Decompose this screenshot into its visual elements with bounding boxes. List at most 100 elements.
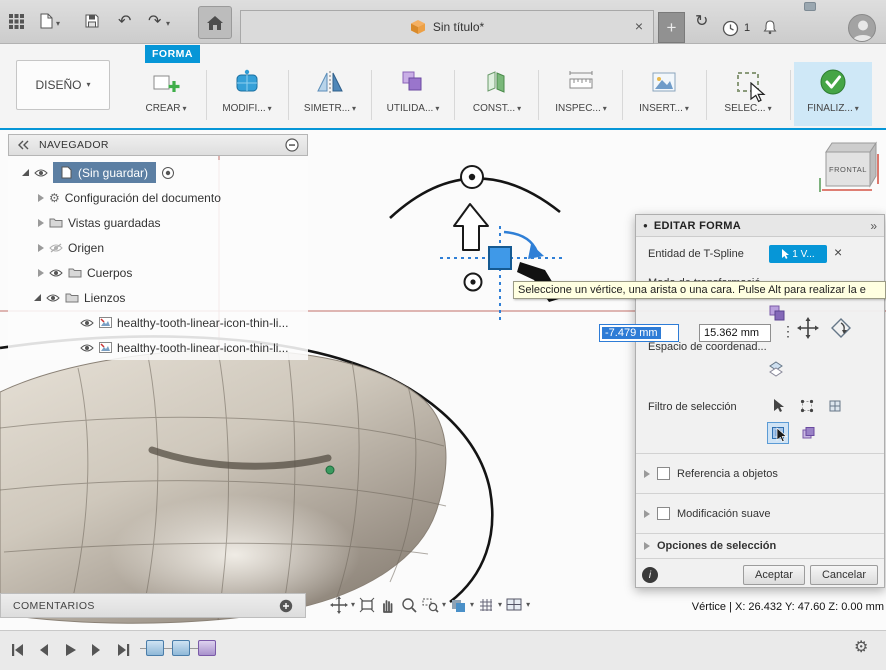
minimize-panel-icon[interactable] [285, 138, 299, 152]
clear-selection-icon[interactable]: × [834, 244, 842, 260]
play-icon[interactable] [60, 641, 80, 659]
expanded-arrow-icon[interactable] [22, 169, 29, 176]
zoom-icon[interactable] [400, 596, 418, 614]
browser-panel-header[interactable]: NAVEGADOR [8, 134, 308, 156]
step-back-icon[interactable] [34, 641, 54, 659]
collapsed-arrow-icon[interactable] [38, 219, 44, 227]
viewports-icon[interactable] [505, 596, 523, 614]
section-collapsed-arrow-icon[interactable] [644, 542, 650, 550]
expanded-arrow-icon[interactable] [34, 294, 41, 301]
ribbon-group-symmetry[interactable]: SIMETR...▾ [291, 64, 369, 114]
clock-icon[interactable] [722, 20, 739, 37]
grid-settings-icon[interactable] [477, 596, 495, 614]
comments-bar[interactable]: COMENTARIOS [0, 593, 306, 618]
manipulator-input-y[interactable]: 15.362 mm [699, 324, 771, 342]
tab-forma[interactable]: FORMA [145, 45, 200, 63]
display-settings-icon[interactable] [449, 596, 467, 614]
display-settings-caret-icon[interactable]: ▾ [470, 601, 474, 609]
zoom-window-icon[interactable] [421, 596, 439, 614]
collapsed-arrow-icon[interactable] [38, 269, 44, 277]
accept-button[interactable]: Aceptar [743, 565, 805, 585]
timeline-settings-gear-icon[interactable]: ⚙ [854, 640, 868, 656]
orientation-manipulator-icon[interactable] [830, 317, 852, 344]
undo-icon[interactable]: ↶ [118, 11, 131, 31]
visibility-eye-icon[interactable] [80, 343, 94, 353]
document-tab[interactable]: Sin título* × [240, 10, 654, 44]
move-manipulator-icon[interactable] [797, 317, 819, 344]
ribbon-group-create[interactable]: CREAR▾ [127, 64, 205, 114]
transform-mode-icon[interactable] [767, 303, 787, 323]
job-status-icon[interactable]: ↻ [695, 11, 708, 31]
tab-close-icon[interactable]: × [635, 18, 643, 34]
ribbon-group-inspect[interactable]: INSPEC...▾ [542, 64, 620, 114]
home-view-button[interactable] [198, 6, 232, 39]
orbit-caret-icon[interactable]: ▾ [351, 601, 355, 609]
tree-row-document-settings[interactable]: ⚙ Configuración del documento [8, 185, 308, 210]
new-tab-button[interactable]: + [658, 12, 685, 43]
section-collapsed-arrow-icon[interactable] [644, 470, 650, 478]
visibility-eye-icon[interactable] [80, 318, 94, 328]
timeline-feature-canvas-2[interactable] [172, 640, 190, 656]
file-menu-icon[interactable] [40, 13, 53, 29]
tree-row-canvases[interactable]: Lienzos [8, 285, 308, 310]
snap-to-objects-section[interactable]: Referencia a objetos [636, 453, 884, 493]
window-share-icon[interactable] [804, 2, 816, 11]
go-to-start-icon[interactable] [8, 641, 28, 659]
tree-row-bodies[interactable]: Cuerpos [8, 260, 308, 285]
input-options-kebab-icon[interactable]: ⋮ [781, 323, 795, 340]
collapsed-arrow-icon[interactable] [38, 194, 44, 202]
workspace-selector-button[interactable]: DISEÑO ▾ [16, 60, 110, 110]
active-component-radio-icon[interactable] [161, 166, 175, 180]
info-icon[interactable]: i [642, 567, 658, 583]
snap-to-objects-checkbox[interactable] [657, 467, 670, 480]
filter-body-icon[interactable] [797, 422, 819, 444]
coordinate-space-icon[interactable] [765, 359, 787, 381]
ribbon-group-construct[interactable]: CONST...▾ [458, 64, 536, 114]
visibility-off-eye-icon[interactable] [49, 243, 63, 253]
ribbon-group-select[interactable]: SELEC...▾ [709, 64, 787, 114]
step-forward-icon[interactable] [86, 641, 106, 659]
tree-row-origin[interactable]: Origen [8, 235, 308, 260]
view-cube[interactable]: FRONTAL [814, 136, 882, 196]
save-icon[interactable] [84, 13, 100, 29]
ribbon-group-insert[interactable]: INSERT...▾ [625, 64, 703, 114]
expand-dialog-icon[interactable]: » [870, 219, 877, 233]
tree-row-canvas-1[interactable]: healthy-tooth-linear-icon-thin-li... [8, 310, 308, 335]
section-collapsed-arrow-icon[interactable] [644, 510, 650, 518]
filter-edge-icon[interactable] [826, 397, 844, 415]
zoom-window-caret-icon[interactable]: ▾ [442, 601, 446, 609]
cancel-button[interactable]: Cancelar [810, 565, 878, 585]
grid-caret-icon[interactable]: ▾ [498, 601, 502, 609]
viewports-caret-icon[interactable]: ▾ [526, 601, 530, 609]
soft-modification-section[interactable]: Modificación suave [636, 493, 884, 533]
entity-selection-chip[interactable]: 1 V... [769, 245, 827, 263]
tree-row-named-views[interactable]: Vistas guardadas [8, 210, 308, 235]
tree-row-root-component[interactable]: (Sin guardar) [8, 160, 308, 185]
soft-modification-checkbox[interactable] [657, 507, 670, 520]
app-grid-menu-icon[interactable] [8, 13, 25, 30]
expand-comments-icon[interactable] [279, 599, 293, 613]
collapse-panel-icon[interactable] [17, 140, 31, 150]
filter-cursor-icon[interactable] [770, 397, 788, 415]
ribbon-group-utilities[interactable]: UTILIDA...▾ [374, 64, 452, 114]
file-menu-caret-icon[interactable]: ▾ [56, 20, 60, 28]
selected-root-item[interactable]: (Sin guardar) [53, 162, 156, 183]
visibility-eye-icon[interactable] [46, 293, 60, 303]
ribbon-group-modify[interactable]: MODIFI...▾ [208, 64, 286, 114]
go-to-end-icon[interactable] [112, 641, 132, 659]
visibility-eye-icon[interactable] [34, 168, 48, 178]
dialog-header[interactable]: ● EDITAR FORMA » [636, 215, 884, 237]
notification-bell-icon[interactable] [762, 19, 778, 36]
pan-hand-icon[interactable] [379, 596, 397, 614]
collapsed-arrow-icon[interactable] [38, 244, 44, 252]
redo-icon[interactable]: ↷ [148, 11, 161, 31]
timeline-feature-form[interactable] [198, 640, 216, 656]
filter-vertex-icon[interactable] [798, 397, 816, 415]
manipulator-input-x[interactable]: -7.479 mm [599, 324, 679, 342]
orbit-pan-icon[interactable] [330, 596, 348, 614]
redo-caret-icon[interactable]: ▾ [166, 20, 170, 28]
timeline-feature-canvas-1[interactable] [146, 640, 164, 656]
tree-row-canvas-2[interactable]: healthy-tooth-linear-icon-thin-li... [8, 335, 308, 360]
fit-view-icon[interactable] [358, 596, 376, 614]
ribbon-group-finish-form[interactable]: FINALIZ...▾ [794, 62, 872, 126]
